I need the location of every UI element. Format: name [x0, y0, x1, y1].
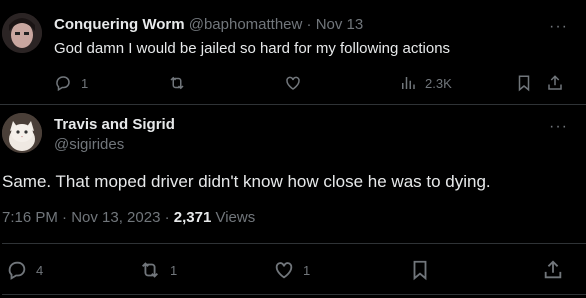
heart-icon	[284, 74, 302, 92]
author-name[interactable]: Travis and Sigrid	[54, 116, 175, 133]
timestamp[interactable]: 7:16 PM · Nov 13, 2023 ·	[2, 209, 174, 226]
divider	[2, 294, 586, 295]
action-bar: 4 1 1	[0, 256, 586, 282]
reply-header: Conquering Worm @baphomatthew · Nov 13	[54, 16, 363, 33]
author-name[interactable]: Conquering Worm	[54, 16, 185, 33]
views-button[interactable]: 2.3K	[399, 74, 452, 92]
avatar[interactable]	[2, 13, 42, 53]
retweet-count: 1	[170, 262, 178, 278]
reply-button[interactable]: 1	[54, 74, 88, 92]
retweet-button[interactable]	[167, 74, 187, 92]
views-count: 2,371	[173, 209, 212, 226]
reply-count: 4	[36, 262, 44, 278]
tweet-text: God damn I would be jailed so hard for m…	[54, 40, 451, 57]
share-icon	[546, 74, 564, 92]
like-button[interactable]	[284, 74, 302, 92]
like-button[interactable]: 1	[273, 259, 310, 281]
like-count: 1	[303, 262, 311, 278]
divider	[2, 243, 586, 244]
author-handle[interactable]: @baphomatthew	[189, 16, 303, 33]
more-options-button[interactable]: ···	[549, 19, 568, 35]
bookmark-button[interactable]	[516, 74, 532, 92]
retweet-icon	[138, 259, 162, 281]
views-chart-icon	[399, 74, 417, 92]
heart-icon	[273, 259, 295, 281]
reply-icon	[6, 259, 28, 281]
bookmark-button[interactable]	[410, 259, 430, 281]
tweet-text: Same. That moped driver didn't know how …	[2, 172, 491, 191]
views-count: 2.3K	[425, 75, 452, 91]
retweet-button[interactable]: 1	[138, 259, 177, 281]
dot-separator: ·	[306, 16, 312, 33]
avatar[interactable]	[2, 113, 42, 153]
retweet-icon	[167, 74, 187, 92]
share-button[interactable]	[542, 259, 564, 281]
share-button[interactable]	[546, 74, 564, 92]
views-label: Views	[211, 209, 256, 226]
reply-tweet[interactable]: Conquering Worm @baphomatthew · Nov 13 ·…	[0, 0, 586, 105]
reply-icon	[54, 74, 72, 92]
tweet-meta: 7:16 PM · Nov 13, 2023 · 2,371 Views	[2, 209, 255, 226]
reply-button[interactable]: 4	[6, 259, 43, 281]
post-date[interactable]: Nov 13	[316, 16, 364, 33]
more-options-button[interactable]: ···	[549, 119, 568, 135]
author-handle[interactable]: @sigirides	[54, 136, 124, 153]
reply-count: 1	[81, 75, 89, 91]
action-bar: 1 2.3K	[54, 72, 574, 94]
bookmark-icon	[516, 74, 532, 92]
share-icon	[542, 259, 564, 281]
bookmark-icon	[410, 259, 430, 281]
